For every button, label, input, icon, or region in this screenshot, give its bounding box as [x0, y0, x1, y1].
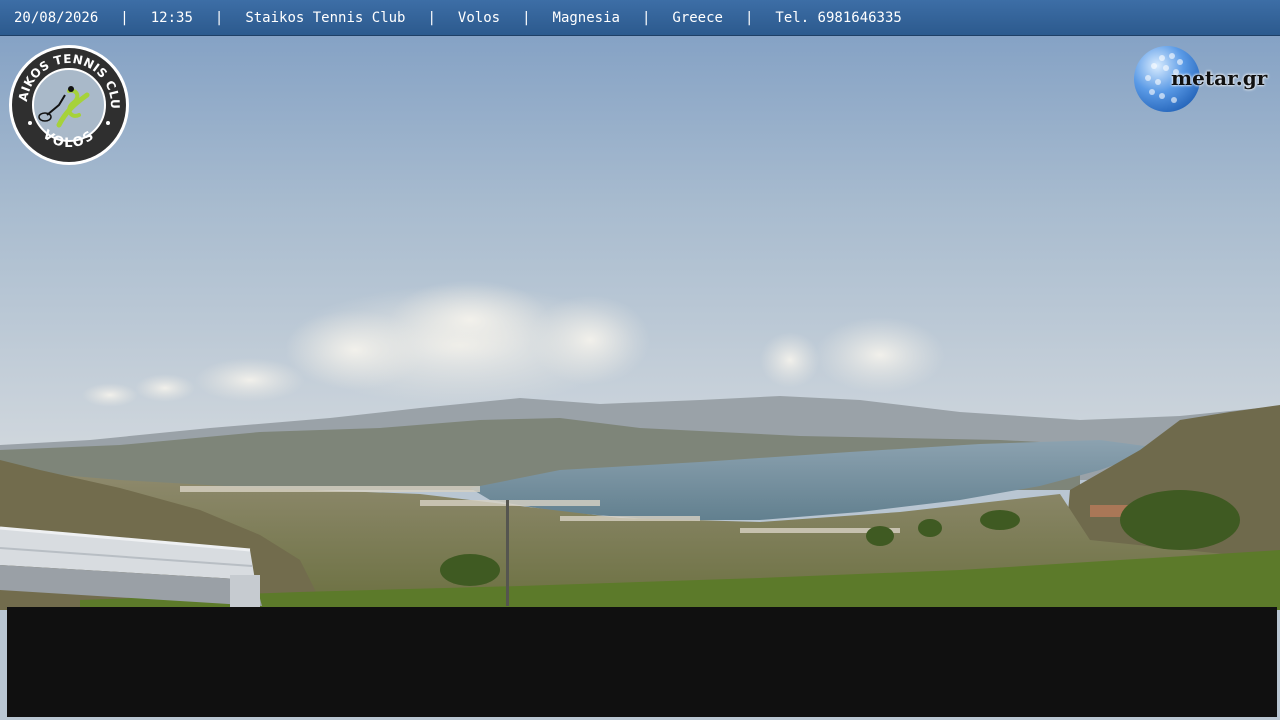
time-label: 12:35: [150, 9, 193, 26]
sky: [0, 0, 1280, 470]
utility-pole: [506, 500, 509, 606]
webcam-info-bar: 20/08/2026 | 12:35 | Staikos Tennis Club…: [0, 0, 1280, 36]
country-label: Greece: [672, 9, 723, 26]
club-logo: STAIKOS TENNIS CLUB VOLOS: [7, 43, 129, 165]
separator: |: [744, 9, 754, 26]
club-name-label: Staikos Tennis Club: [245, 9, 406, 26]
date-label: 20/08/2026: [14, 9, 99, 26]
overlay-black-bar: [7, 607, 1277, 717]
separator: |: [641, 9, 651, 26]
phone-label: Tel. 6981646335: [775, 9, 902, 26]
separator: |: [120, 9, 129, 26]
separator: |: [522, 9, 531, 26]
separator: |: [214, 9, 224, 26]
separator: |: [427, 9, 436, 26]
city-label: Volos: [457, 9, 501, 26]
region-label: Magnesia: [552, 9, 620, 26]
metar-logo-text: metar.gr: [1171, 66, 1268, 90]
